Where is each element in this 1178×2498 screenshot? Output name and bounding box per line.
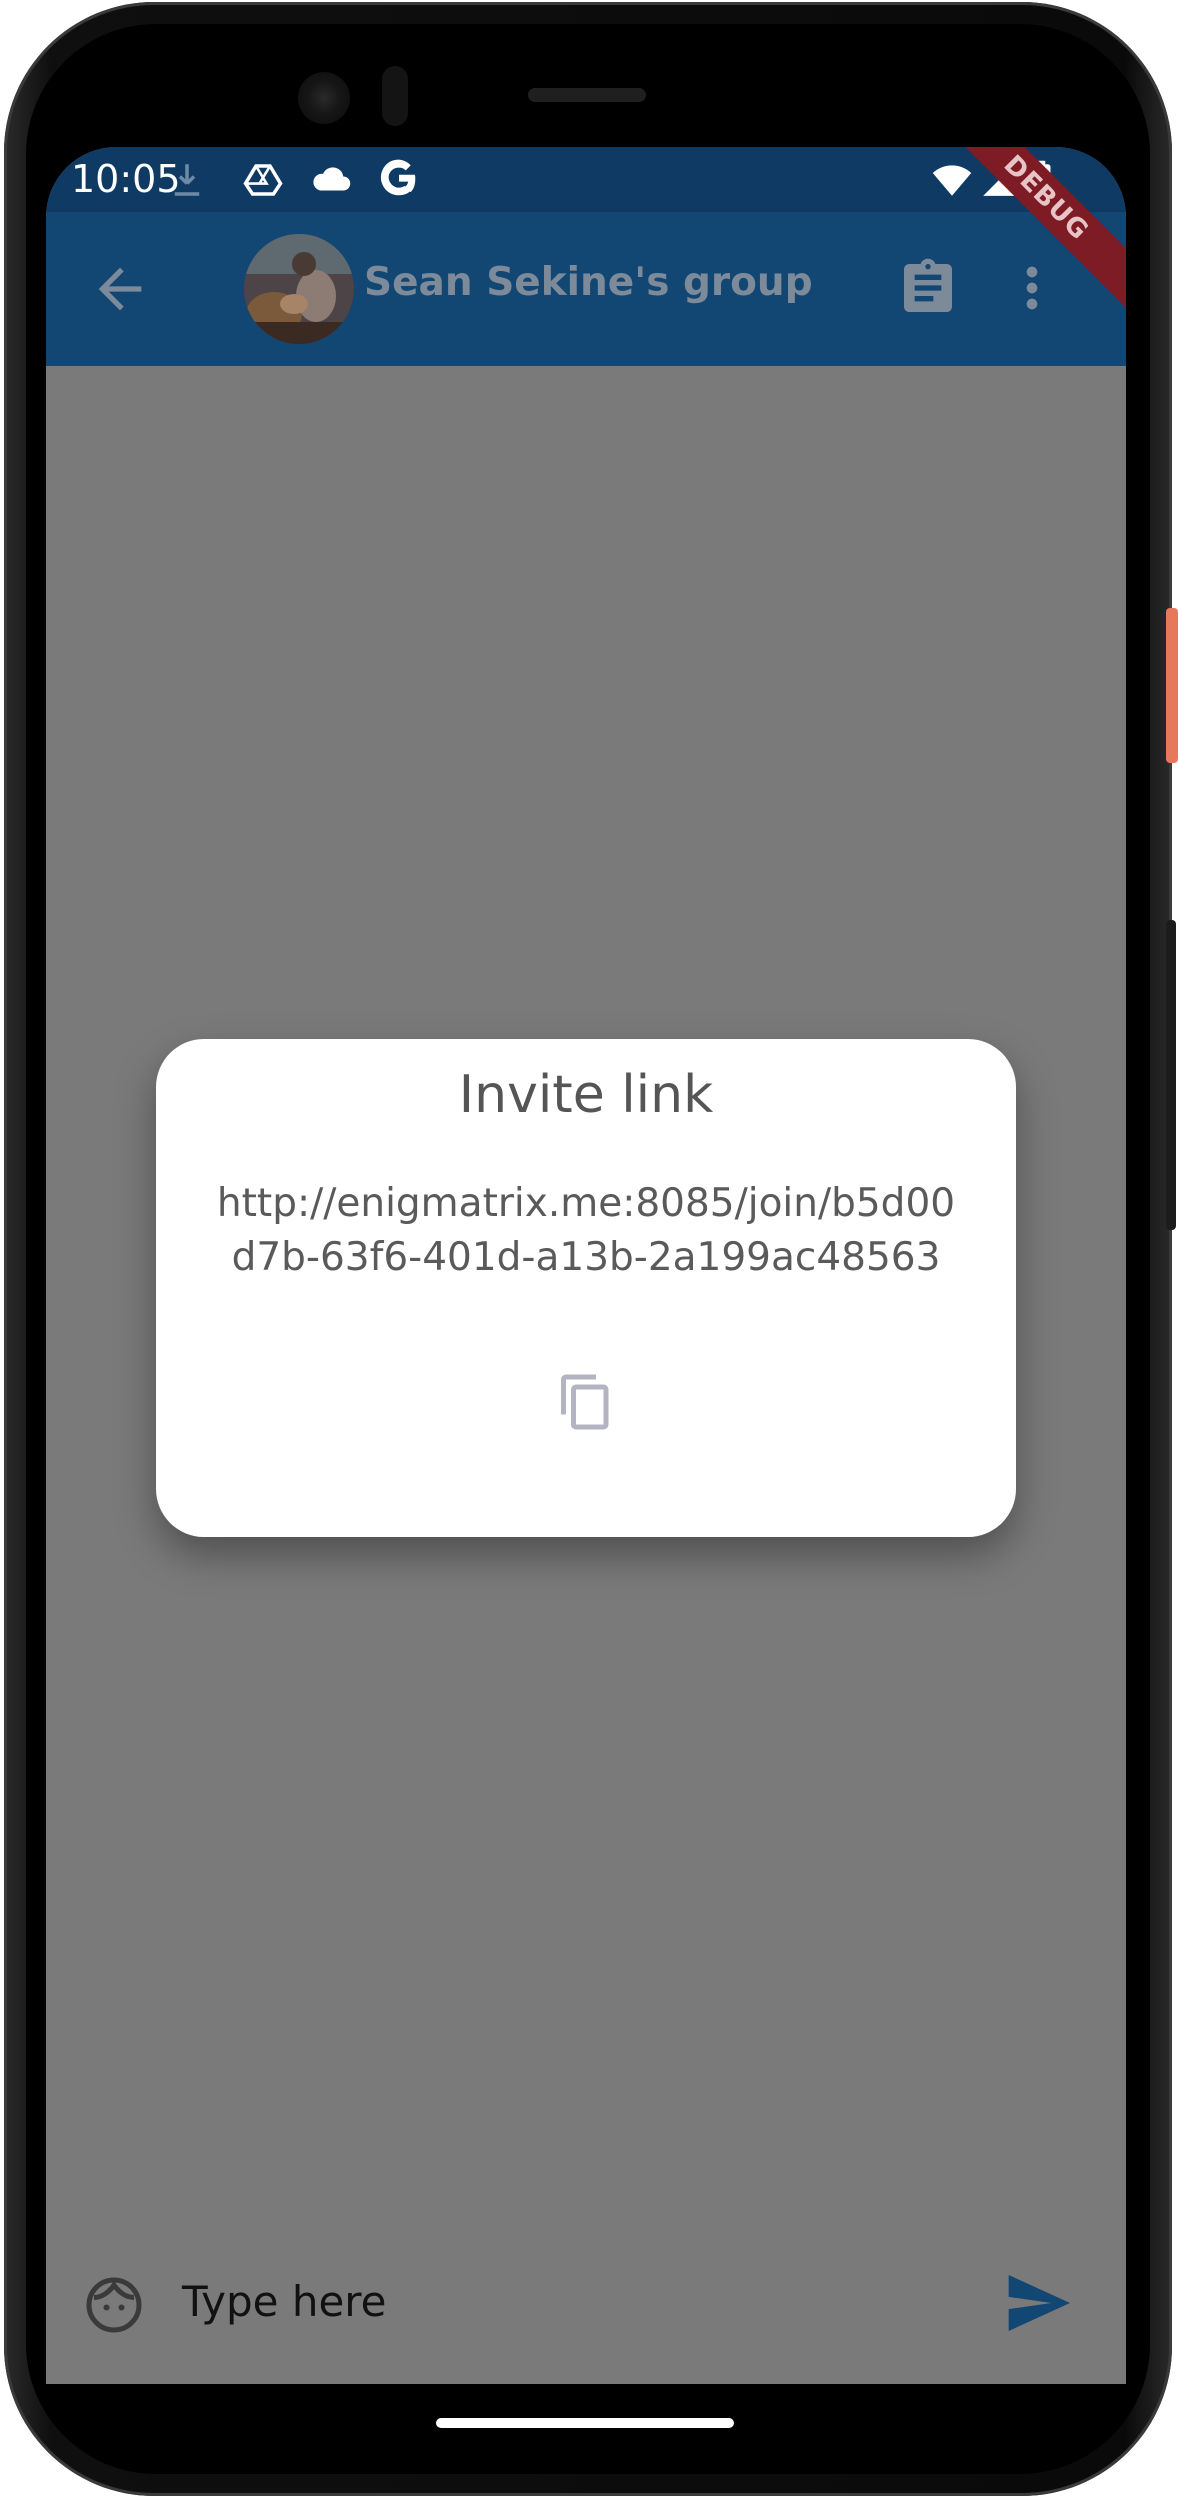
download-icon: [166, 159, 208, 201]
invite-link-dialog: Invite link http://enigmatrix.me:8085/jo…: [156, 1039, 1016, 1537]
front-camera: [298, 72, 350, 124]
home-indicator[interactable]: [436, 2418, 734, 2428]
send-icon: [1008, 2275, 1070, 2331]
power-button: [1166, 608, 1178, 763]
message-input-bar: Type here: [46, 2229, 1126, 2384]
earpiece-speaker: [528, 88, 646, 102]
dialog-title: Invite link: [458, 1065, 714, 1125]
navigation-bar: [46, 2384, 1126, 2454]
more-options-button[interactable]: [1012, 256, 1052, 320]
clipboard-button[interactable]: [896, 256, 960, 320]
invite-link-text[interactable]: http://enigmatrix.me:8085/join/b5d00d7b-…: [216, 1177, 956, 1285]
wifi-icon: [930, 159, 974, 201]
copy-link-button[interactable]: [556, 1369, 616, 1435]
status-time: 10:05: [71, 157, 181, 201]
device-frame: 10:05 Sean Sekine's group DEBUG Invite l…: [0, 0, 1178, 2498]
emoji-face-icon: [86, 2277, 142, 2333]
arrow-back-icon: [98, 267, 142, 311]
screen: 10:05 Sean Sekine's group DEBUG Invite l…: [46, 147, 1126, 2384]
copy-icon: [561, 1374, 609, 1430]
group-title[interactable]: Sean Sekine's group: [364, 260, 813, 305]
clipboard-icon: [904, 258, 952, 312]
group-photo: [244, 234, 354, 344]
app-bar: Sean Sekine's group: [46, 212, 1126, 366]
message-input[interactable]: Type here: [182, 2277, 386, 2326]
drive-icon: [242, 159, 284, 201]
group-avatar[interactable]: [244, 234, 354, 344]
google-icon: [376, 155, 422, 201]
proximity-sensor: [382, 66, 408, 126]
status-bar: 10:05: [46, 147, 1126, 212]
emoji-button[interactable]: [84, 2275, 144, 2335]
send-button[interactable]: [1006, 2275, 1070, 2331]
back-button[interactable]: [88, 257, 152, 321]
volume-button: [1166, 920, 1176, 1230]
cloud-icon: [308, 159, 354, 201]
more-vert-icon: [1026, 266, 1038, 310]
